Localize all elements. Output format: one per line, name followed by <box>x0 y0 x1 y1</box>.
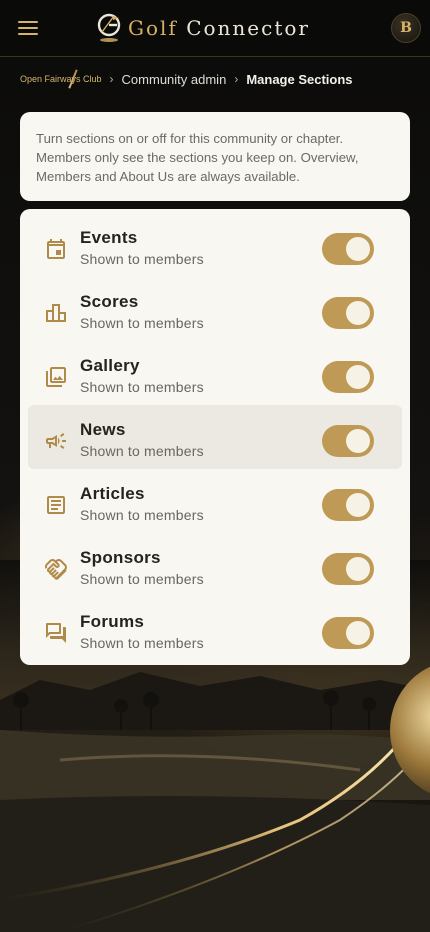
toggle-knob <box>346 365 370 389</box>
section-row-forums[interactable]: Forums Shown to members <box>28 597 402 661</box>
section-toggle-scores[interactable] <box>322 297 374 329</box>
section-status: Shown to members <box>80 315 204 331</box>
photo-library-icon <box>46 367 66 387</box>
hamburger-line <box>18 33 38 35</box>
forum-icon <box>46 623 66 643</box>
section-toggle-events[interactable] <box>322 233 374 265</box>
section-title: Events <box>80 228 138 247</box>
section-status: Shown to members <box>80 251 204 267</box>
brand-name: Golf Connector <box>128 16 310 40</box>
top-app-bar: Golf Connector B <box>0 0 430 57</box>
section-toggle-gallery[interactable] <box>322 361 374 393</box>
section-status: Shown to members <box>80 635 204 651</box>
breadcrumb-community-admin-link[interactable]: Community admin <box>122 72 227 87</box>
section-status: Shown to members <box>80 443 204 459</box>
section-row-sponsors[interactable]: Sponsors Shown to members <box>28 533 402 597</box>
section-title: News <box>80 420 126 439</box>
section-status: Shown to members <box>80 507 204 523</box>
section-title: Articles <box>80 484 145 503</box>
toggle-knob <box>346 493 370 517</box>
section-toggle-articles[interactable] <box>322 489 374 521</box>
section-toggle-forums[interactable] <box>322 617 374 649</box>
toggle-knob <box>346 621 370 645</box>
section-row-scores[interactable]: Scores Shown to members <box>28 277 402 341</box>
calendar-icon <box>47 239 65 259</box>
section-row-news[interactable]: News Shown to members <box>28 405 402 469</box>
section-status: Shown to members <box>80 379 204 395</box>
megaphone-icon <box>46 433 66 449</box>
hamburger-line <box>18 21 38 23</box>
info-text: Turn sections on or off for this communi… <box>36 131 359 184</box>
section-row-gallery[interactable]: Gallery Shown to members <box>28 341 402 405</box>
hamburger-line <box>18 27 38 29</box>
menu-button[interactable] <box>16 18 40 38</box>
section-toggle-sponsors[interactable] <box>322 553 374 585</box>
section-row-events[interactable]: Events Shown to members <box>28 213 402 277</box>
toggle-knob <box>346 429 370 453</box>
toggle-knob <box>346 301 370 325</box>
section-title: Gallery <box>80 356 140 375</box>
info-card: Turn sections on or off for this communi… <box>20 112 410 201</box>
breadcrumb-club-link[interactable]: Open Fairways Club <box>20 71 102 87</box>
section-title: Scores <box>80 292 139 311</box>
section-row-articles[interactable]: Articles Shown to members <box>28 469 402 533</box>
toggle-knob <box>346 557 370 581</box>
breadcrumb-current-page: Manage Sections <box>246 71 353 87</box>
golf-flag-logo-icon <box>97 13 121 42</box>
breadcrumb-separator: › <box>234 72 239 86</box>
sections-list: Events Shown to members Scores Shown to … <box>20 209 410 665</box>
section-title: Forums <box>80 612 145 631</box>
section-status: Shown to members <box>80 571 204 587</box>
section-title: Sponsors <box>80 548 161 567</box>
handshake-icon <box>44 559 67 580</box>
brand-logo-link[interactable]: Golf Connector <box>96 11 310 45</box>
section-toggle-news[interactable] <box>322 425 374 457</box>
leaderboard-icon <box>46 304 66 322</box>
article-icon <box>47 496 65 514</box>
breadcrumb: Open Fairways Club › Community admin › M… <box>20 68 353 90</box>
toggle-knob <box>346 237 370 261</box>
user-avatar[interactable]: B <box>391 13 421 43</box>
breadcrumb-separator: › <box>109 72 114 86</box>
